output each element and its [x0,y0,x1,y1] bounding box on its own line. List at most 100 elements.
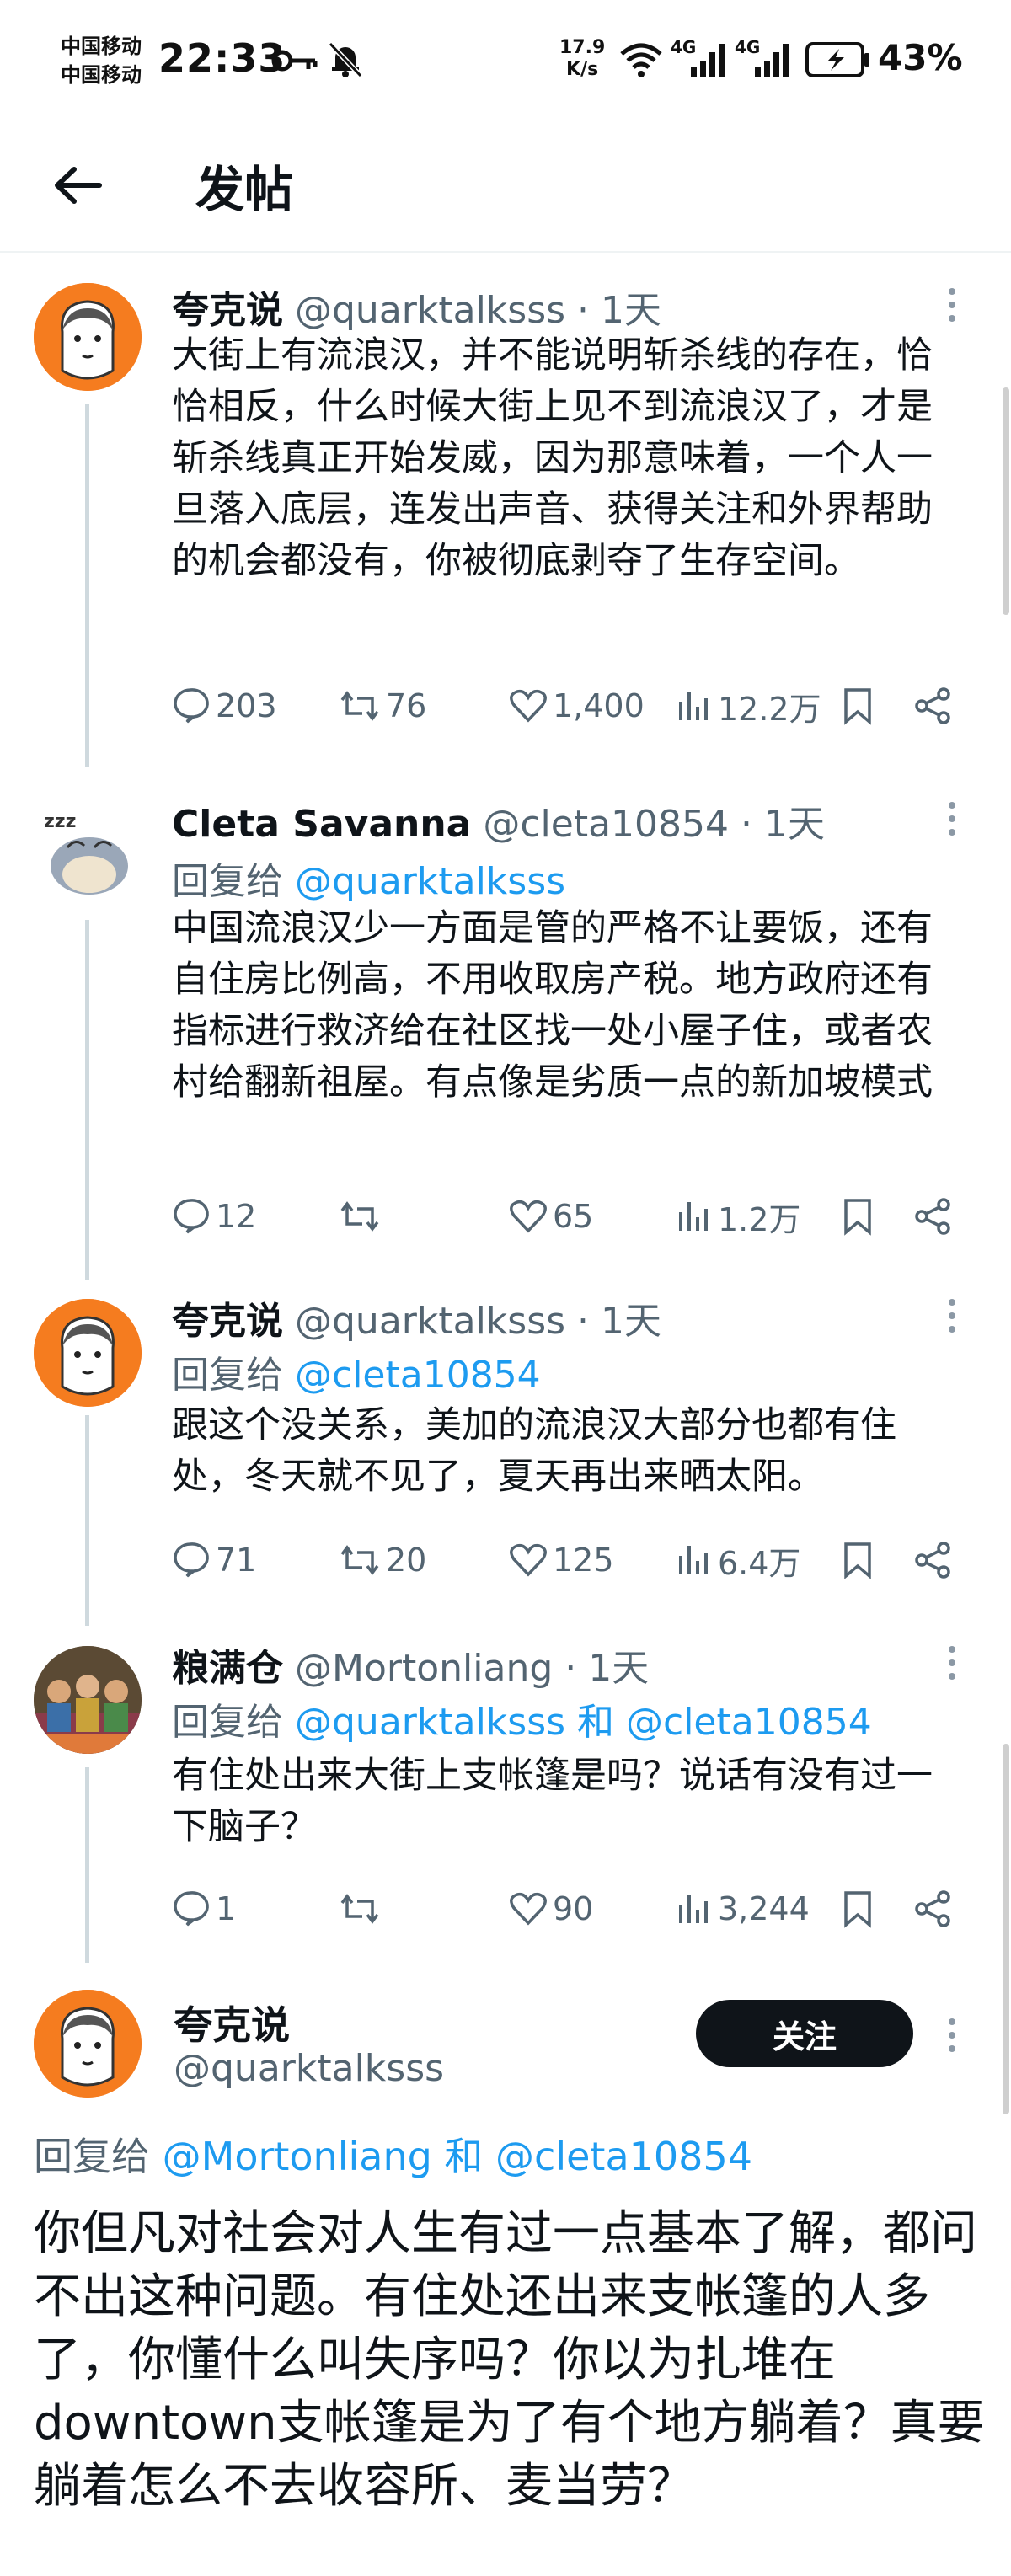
author-name[interactable]: 粮满仓 [172,1647,283,1690]
carrier-1: 中国移动 [61,35,142,58]
tweet-header: Cleta Savanna @cleta10854 · 1天 [172,794,825,847]
like-count: 1,400 [553,687,645,724]
reply-count: 1 [216,1890,237,1927]
back-button[interactable] [47,155,108,216]
share-icon [915,1198,950,1235]
retweet-button[interactable]: 76 [339,681,426,731]
reply-button[interactable]: 71 [172,1535,256,1585]
reply-button[interactable]: 12 [172,1191,256,1242]
reply-count: 12 [216,1198,257,1235]
author-handle[interactable]: @quarktalksss [174,2047,444,2090]
avatar-cartoon-face [34,1990,142,2098]
bookmark-button[interactable] [841,1884,880,1934]
thread-line [85,404,89,767]
share-button[interactable] [913,681,957,731]
retweet-icon [340,691,379,721]
heart-icon [510,1200,547,1233]
bookmark-button[interactable] [841,681,880,731]
like-count: 125 [553,1542,614,1579]
views-button[interactable]: 12.2万 [674,681,821,731]
reply-to-line: 回复给 @cleta10854 [172,1344,541,1398]
scrollbar-thumb[interactable] [1003,1744,1009,2114]
avatar-cartoon-face [34,1299,142,1407]
like-button[interactable]: 125 [509,1535,614,1585]
top-app-bar: 发帖 [0,126,1011,253]
heart-icon [510,1543,547,1577]
tweet-text: 大街上有流浪汉，并不能说明斩杀线的存在，恰恰相反，什么时候大街上见不到流浪汉了，… [172,334,933,582]
share-icon [915,1890,950,1927]
reply-to-line: 回复给 @quarktalksss 和 @cleta10854 [172,1692,872,1745]
heart-icon [510,689,547,723]
retweet-button[interactable] [339,1884,386,1934]
reply-prefix: 回复给 [34,2134,163,2179]
reply-to-link[interactable]: @cleta10854 [295,1354,541,1397]
views-button[interactable]: 6.4万 [674,1535,800,1585]
reply-icon [174,1199,209,1234]
reply-prefix: 回复给 [172,1354,295,1397]
avatar[interactable] [34,1990,142,2098]
retweet-button[interactable]: 20 [339,1535,426,1585]
avatar[interactable] [34,1646,142,1754]
thread-line [85,1767,89,1963]
author-name[interactable]: 夸克说 [172,289,283,332]
follow-button[interactable]: 关注 [696,2000,913,2067]
status-bar: 中国移动 中国移动 22:33 17.9 K/s 4G 4G 43% [0,0,1011,126]
reply-count: 71 [216,1542,257,1579]
like-button[interactable]: 90 [509,1884,593,1934]
more-options-icon[interactable] [944,286,960,323]
bookmark-button[interactable] [841,1535,880,1585]
avatar[interactable]: zzz [34,797,142,905]
views-button[interactable]: 3,244 [674,1884,810,1934]
reply-to-link[interactable]: @Mortonliang 和 @cleta10854 [163,2134,752,2179]
avatar[interactable] [34,1299,142,1407]
reply-to-link[interactable]: @quarktalksss [295,860,565,903]
bookmark-button[interactable] [841,1191,880,1242]
tweet-actions: 1 90 3,244 [172,1884,967,1934]
view-count: 6.4万 [718,1544,801,1582]
share-button[interactable] [913,1884,957,1934]
like-button[interactable]: 65 [509,1191,593,1242]
author-name[interactable]: Cleta Savanna [172,803,471,846]
reply-to-link[interactable]: @quarktalksss 和 @cleta10854 [295,1701,872,1744]
net-speed-value: 17.9 [559,37,606,58]
more-options-icon[interactable] [944,800,960,837]
reply-to-line: 回复给 @quarktalksss [172,851,565,905]
reply-prefix: 回复给 [172,1701,295,1744]
signal-1-icon [691,44,725,77]
bookmark-icon [844,688,871,725]
more-options-icon[interactable] [944,1297,960,1334]
net-speed-unit: K/s [566,59,599,80]
reply-icon [174,1891,209,1927]
bell-muted-icon [328,41,363,78]
share-button[interactable] [913,1535,957,1585]
views-button[interactable]: 1.2万 [674,1191,800,1242]
more-options-icon[interactable] [944,2017,960,2054]
wifi-icon [620,43,662,77]
share-button[interactable] [913,1191,957,1242]
like-button[interactable]: 1,400 [509,681,645,731]
key-icon [271,50,318,72]
author-name[interactable]: 夸克说 [174,1995,290,2050]
analytics-icon [679,692,708,720]
tweet-header: 粮满仓 @Mortonliang · 1天 [172,1638,649,1692]
view-count: 1.2万 [718,1200,801,1238]
like-count: 65 [553,1198,594,1235]
scrollbar[interactable] [1003,387,1009,615]
avatar[interactable] [34,283,142,391]
reply-icon [174,688,209,724]
tweet-header: 夸克说 @quarktalksss · 1天 [172,1291,661,1344]
net-speed: 17.9 K/s [559,37,605,81]
more-options-icon[interactable] [944,1644,960,1681]
battery-percent: 43% [878,37,963,78]
bookmark-icon [844,1199,871,1236]
reply-button[interactable]: 203 [172,681,277,731]
retweet-count: 76 [386,687,427,724]
bookmark-icon [844,1891,871,1928]
author-name[interactable]: 夸克说 [172,1300,283,1343]
tweet-header: 夸克说 @quarktalksss · 1天 [172,280,661,334]
thread-line [85,1415,89,1626]
retweet-button[interactable] [339,1191,386,1242]
author-meta: @cleta10854 · 1天 [483,803,825,846]
reply-button[interactable]: 1 [172,1884,236,1934]
carrier-2: 中国移动 [61,63,142,87]
